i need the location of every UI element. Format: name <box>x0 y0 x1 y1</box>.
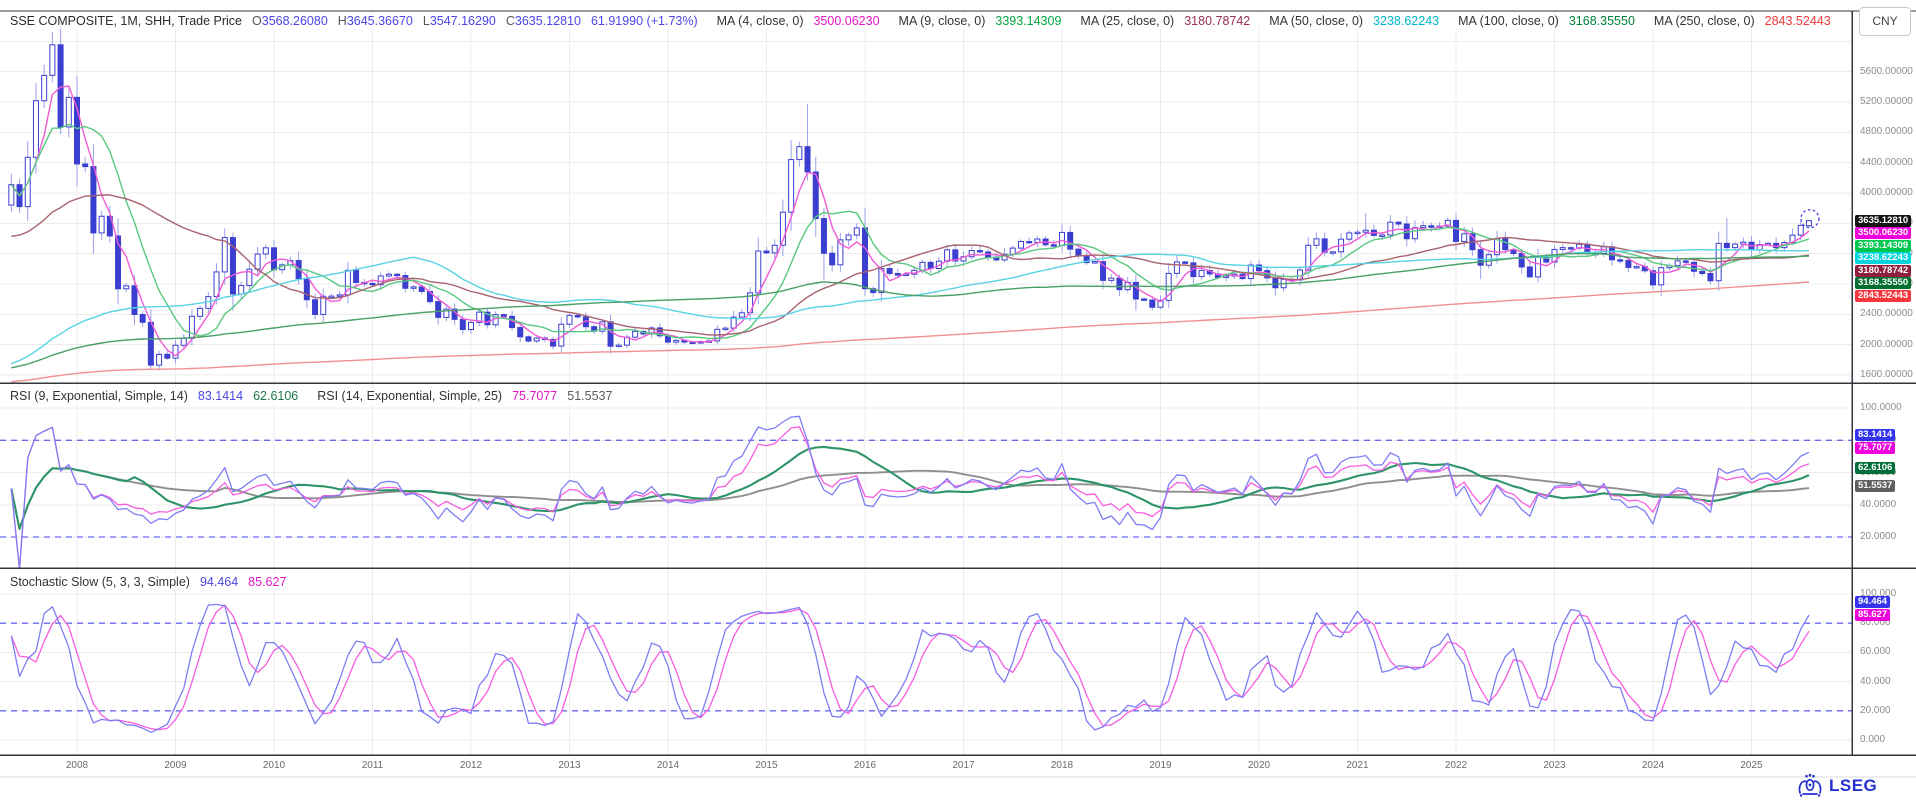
rsi14-smoothed-value: 51.5537 <box>567 389 612 403</box>
price-axis-tick-label: 5600.00000 <box>1860 66 1913 77</box>
price-badge: 3168.35550 <box>1855 277 1911 289</box>
x-axis-year-label: 2017 <box>942 760 986 771</box>
rsi-badge: 75.7077 <box>1855 442 1895 454</box>
stoch-axis-tick-label: 0.000 <box>1860 734 1885 745</box>
stoch-badge: 85.627 <box>1855 609 1890 621</box>
candles-layer <box>9 22 1812 370</box>
lseg-brand-text: LSEG <box>1829 776 1877 796</box>
close-label: C <box>506 14 515 28</box>
high-value: 3645.36670 <box>347 14 413 28</box>
rsi-axis-tick-label: 20.0000 <box>1860 531 1896 542</box>
stoch-axis-tick-label: 60.000 <box>1860 646 1891 657</box>
ma50-value: 3238.62243 <box>1373 14 1439 28</box>
ma9-label: MA (9, close, 0) <box>899 14 986 28</box>
rsi9-title: RSI (9, Exponential, Simple, 14) <box>10 389 188 403</box>
stoch-title: Stochastic Slow (5, 3, 3, Simple) <box>10 575 190 589</box>
change-value: 61.91990 (+1.73%) <box>591 14 698 28</box>
ma-overlays-layer <box>11 86 1809 382</box>
rsi9-sma14-line <box>11 447 1809 529</box>
ma4-value: 3500.06230 <box>813 14 879 28</box>
x-axis-year-label: 2023 <box>1533 760 1577 771</box>
price-axis-tick-label: 2000.00000 <box>1860 339 1913 350</box>
price-axis-tick-label: 4800.00000 <box>1860 126 1913 137</box>
ma50-label: MA (50, close, 0) <box>1269 14 1363 28</box>
price-axis-tick-label: 4400.00000 <box>1860 157 1913 168</box>
rsi9-value: 83.1414 <box>198 389 243 403</box>
main-legend[interactable]: SSE COMPOSITE, 1M, SHH, Trade Price O3568… <box>6 13 1845 29</box>
currency-label: CNY <box>1872 14 1897 28</box>
rsi-badge: 51.5537 <box>1855 480 1895 492</box>
ma-4-line <box>11 86 1809 356</box>
x-axis-year-label: 2016 <box>843 760 887 771</box>
price-axis[interactable]: 5600.00000 5200.00000 4800.00000 4400.00000… <box>1853 0 1916 803</box>
rsi14-value: 75.7077 <box>512 389 557 403</box>
price-badge: 3635.12810 <box>1855 215 1911 227</box>
x-axis-year-label: 2022 <box>1434 760 1478 771</box>
rsi-legend[interactable]: RSI (9, Exponential, Simple, 14) 83.1414 6… <box>6 388 626 404</box>
x-axis-year-label: 2012 <box>449 760 493 771</box>
open-label: O <box>252 14 262 28</box>
rsi-axis-tick-label: 100.0000 <box>1860 402 1902 413</box>
rsi-badge: 83.1414 <box>1855 429 1895 441</box>
stoch-badge: 94.464 <box>1855 596 1890 608</box>
ma100-label: MA (100, close, 0) <box>1458 14 1559 28</box>
rsi9-smoothed-value: 62.6106 <box>253 389 298 403</box>
stoch-axis-tick-label: 40.000 <box>1860 676 1891 687</box>
stochastic-panel <box>0 604 1852 732</box>
low-value: 3547.16290 <box>430 14 496 28</box>
rsi-axis-tick-label: 40.0000 <box>1860 499 1896 510</box>
rsi14-sma25-line <box>11 468 1809 529</box>
rsi-panel <box>0 416 1852 569</box>
x-axis-year-label: 2018 <box>1040 760 1084 771</box>
x-axis-year-label: 2009 <box>154 760 198 771</box>
x-axis-year-label: 2025 <box>1730 760 1774 771</box>
stochastic-legend[interactable]: Stochastic Slow (5, 3, 3, Simple) 94.464 8… <box>6 574 300 590</box>
price-axis-tick-label: 2400.00000 <box>1860 308 1913 319</box>
ma250-label: MA (250, close, 0) <box>1654 14 1755 28</box>
ma-9-line <box>11 124 1809 338</box>
price-axis-tick-label: 1600.00000 <box>1860 369 1913 380</box>
time-axis[interactable]: 2008 2009 2010 2011 2012 2013 2014 2015 2016 2017… <box>0 756 1852 776</box>
x-axis-year-label: 2013 <box>548 760 592 771</box>
x-axis-year-label: 2010 <box>252 760 296 771</box>
price-badge: 2843.52443 <box>1855 290 1911 302</box>
close-value: 3635.12810 <box>515 14 581 28</box>
high-label: H <box>338 14 347 28</box>
currency-selector[interactable]: CNY <box>1859 7 1911 36</box>
price-badge: 3180.78742 <box>1855 265 1911 277</box>
stoch-d-value: 85.627 <box>248 575 286 589</box>
x-axis-year-label: 2014 <box>646 760 690 771</box>
price-axis-tick-label: 5200.00000 <box>1860 96 1913 107</box>
ma250-value: 2843.52443 <box>1765 14 1831 28</box>
x-axis-year-label: 2024 <box>1631 760 1675 771</box>
ma-250-line <box>11 282 1809 382</box>
price-badge: 3238.62243 <box>1855 252 1911 264</box>
stoch-k-value: 94.464 <box>200 575 238 589</box>
low-label: L <box>423 14 430 28</box>
ma25-value: 3180.78742 <box>1184 14 1250 28</box>
x-axis-year-label: 2021 <box>1336 760 1380 771</box>
rsi-badge: 62.6106 <box>1855 462 1895 474</box>
price-badge: 3500.06230 <box>1855 227 1911 239</box>
lseg-crest-icon <box>1796 773 1824 799</box>
x-axis-year-label: 2015 <box>745 760 789 771</box>
stoch-axis-tick-label: 20.000 <box>1860 705 1891 716</box>
price-badge: 3393.14309 <box>1855 240 1911 252</box>
ma100-value: 3168.35550 <box>1569 14 1635 28</box>
ma4-label: MA (4, close, 0) <box>717 14 804 28</box>
x-axis-year-label: 2008 <box>55 760 99 771</box>
x-axis-year-label: 2020 <box>1237 760 1281 771</box>
x-axis-year-label: 2011 <box>351 760 395 771</box>
instrument-title: SSE COMPOSITE, 1M, SHH, Trade Price <box>10 14 242 28</box>
price-axis-tick-label: 4000.00000 <box>1860 187 1913 198</box>
chart-window: { "window": { "currency": "CNY", "brand"… <box>0 0 1916 803</box>
ma25-label: MA (25, close, 0) <box>1080 14 1174 28</box>
rsi14-title: RSI (14, Exponential, Simple, 25) <box>317 389 502 403</box>
ma9-value: 3393.14309 <box>995 14 1061 28</box>
open-value: 3568.26080 <box>262 14 328 28</box>
price-panel <box>9 22 1819 382</box>
lseg-logo: LSEG <box>1796 773 1877 799</box>
x-axis-year-label: 2019 <box>1139 760 1183 771</box>
